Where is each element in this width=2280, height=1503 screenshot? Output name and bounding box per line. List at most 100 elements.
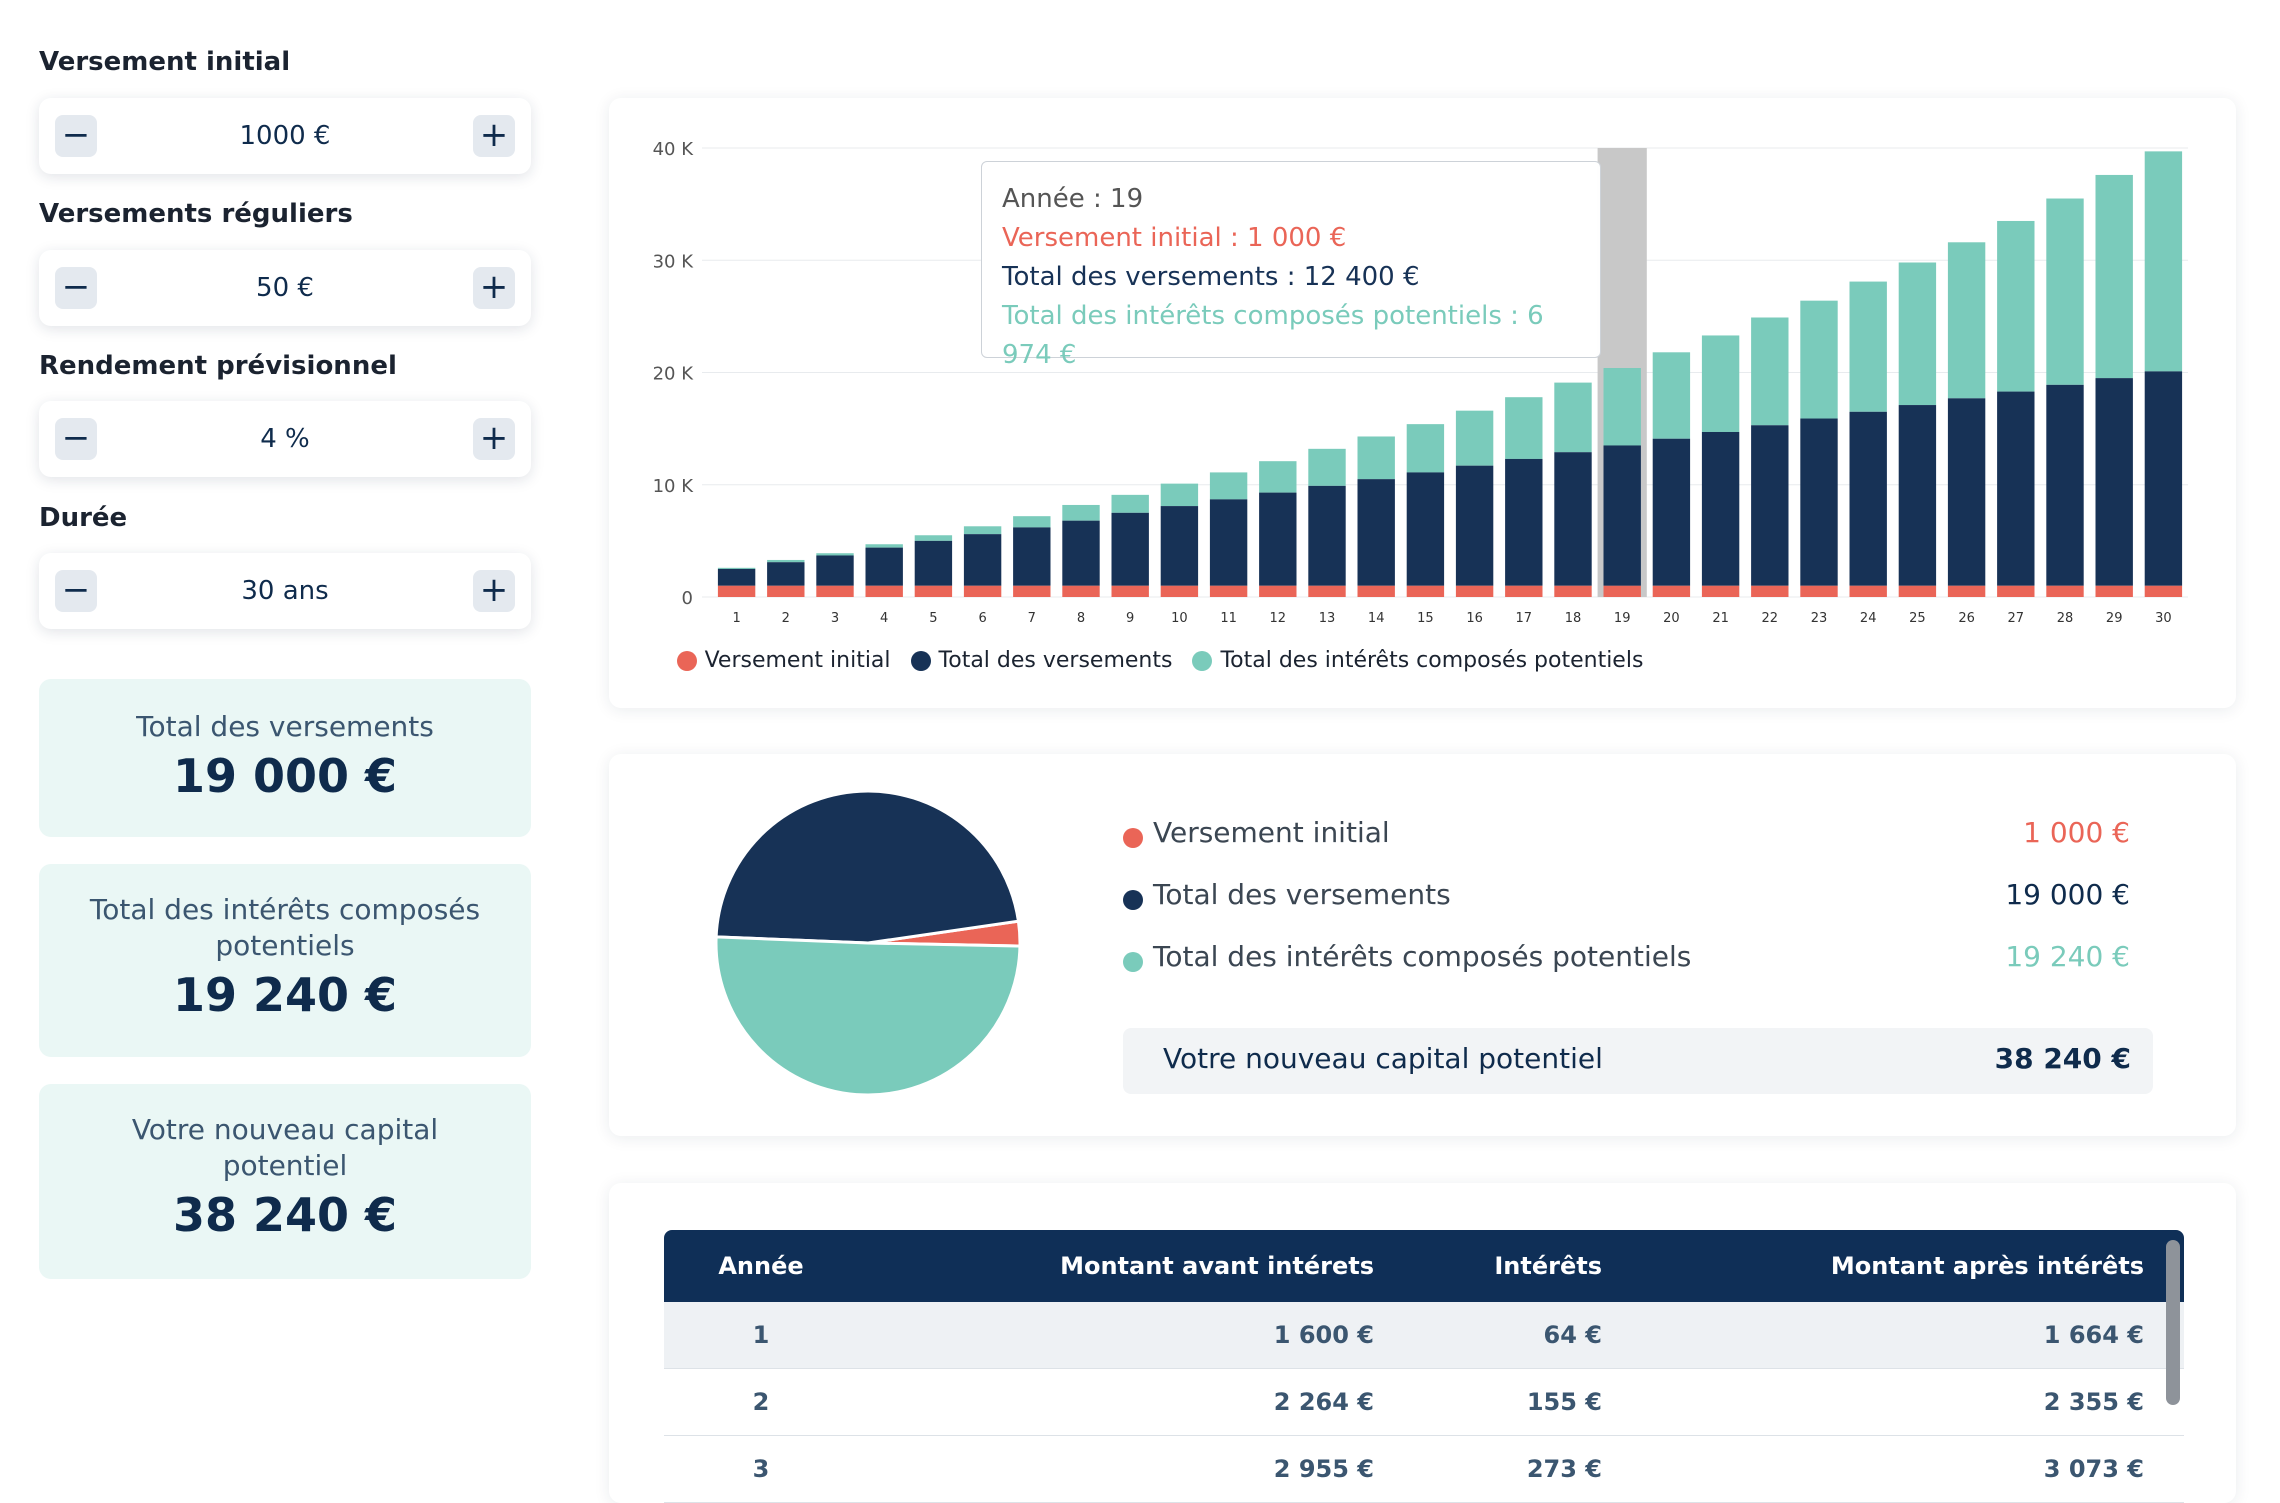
bar-initial	[2144, 585, 2183, 597]
bar-interets	[914, 535, 953, 541]
bar-interets	[1849, 281, 1887, 412]
bar-interets	[1652, 352, 1691, 439]
pie-legend-label: Total des versements	[1153, 878, 1451, 911]
tooltip-initial: Versement initial : 1 000 €	[1002, 223, 1347, 253]
summary-value: 19 240 €	[172, 968, 398, 1022]
capital-value: 38 240 €	[1994, 1042, 2131, 1075]
bar-initial	[1455, 585, 1494, 597]
pie-chart[interactable]	[708, 783, 1028, 1103]
header-montant-avant[interactable]: Montant avant intérets	[1060, 1230, 1374, 1302]
bar-interets	[816, 553, 854, 556]
bar-initial	[1800, 585, 1838, 597]
bar-versements	[1259, 492, 1297, 586]
summary-label: Total des intérêts composés potentiels	[89, 893, 481, 962]
pie-legend-label: Versement initial	[1153, 816, 1390, 849]
bar-versements	[816, 555, 854, 586]
bar-versements	[1997, 391, 2035, 586]
bar-interets	[1357, 436, 1395, 480]
bar-initial	[963, 585, 1002, 597]
x-tick-label: 19	[1614, 611, 1631, 626]
bar-initial	[1160, 585, 1199, 597]
bar-initial	[1701, 585, 1740, 597]
bar-initial	[1505, 585, 1543, 597]
bar-initial	[1406, 585, 1445, 597]
bar-initial	[2095, 585, 2133, 597]
x-tick-label: 24	[1860, 611, 1877, 626]
pie-slice-versements[interactable]	[714, 789, 1021, 945]
table-header: Année Montant avant intérets Intérêts Mo…	[664, 1230, 2184, 1302]
legend-item-versements[interactable]: Total des versements	[910, 648, 1172, 673]
x-tick-label: 26	[1958, 611, 1975, 626]
bar-versements	[1800, 418, 1838, 586]
bar-interets	[1111, 494, 1149, 513]
y-tick-label: 10 K	[653, 476, 695, 497]
bar-versements	[914, 540, 953, 586]
bar-versements	[1406, 472, 1445, 586]
x-tick-label: 7	[1028, 611, 1036, 626]
bar-interets	[1160, 483, 1199, 507]
cell-annee: 3	[752, 1455, 770, 1483]
bar-versements	[1849, 411, 1887, 586]
x-tick-label: 15	[1417, 611, 1434, 626]
table-row: 2 2 264 € 155 € 2 355 €	[664, 1369, 2184, 1436]
legend-item-initial[interactable]: Versement initial	[676, 648, 891, 673]
bar-versements	[2046, 384, 2084, 586]
page-bottom-fade	[0, 1475, 2280, 1476]
bar-interets	[1455, 410, 1494, 466]
table-row: 3 2 955 € 273 € 3 073 €	[664, 1436, 2184, 1503]
legend-dot-icon	[1192, 650, 1213, 671]
bar-versements	[1111, 512, 1149, 586]
x-tick-label: 29	[2106, 611, 2123, 626]
bar-interets	[1062, 504, 1100, 521]
x-tick-label: 25	[1909, 611, 1926, 626]
bar-versements	[1308, 485, 1346, 586]
legend-dot-icon	[676, 650, 697, 671]
y-tick-label: 0	[682, 588, 693, 609]
table-row: 1 1 600 € 64 € 1 664 €	[664, 1302, 2184, 1369]
cell-montant-apres: 3 073 €	[2043, 1455, 2144, 1483]
bar-versements	[2144, 371, 2183, 586]
legend-item-interets[interactable]: Total des intérêts composés potentiels	[1192, 648, 1643, 673]
cell-montant-avant: 1 600 €	[1273, 1321, 1374, 1349]
table-scrollbar[interactable]	[2166, 1240, 2180, 1405]
bar-versements	[1947, 398, 1986, 586]
header-montant-apres[interactable]: Montant après intérêts	[1831, 1230, 2144, 1302]
bar-interets	[1308, 448, 1346, 486]
bar-initial	[2046, 585, 2084, 597]
bar-interets	[1554, 382, 1592, 453]
chart-tooltip: Année : 19 Versement initial : 1 000 € T…	[981, 161, 1601, 370]
pie-legend-initial: Versement initial 1 000 €	[1123, 816, 2130, 856]
x-tick-label: 9	[1126, 611, 1134, 626]
header-interets[interactable]: Intérêts	[1494, 1230, 1602, 1302]
bar-initial	[1013, 585, 1051, 597]
bar-initial	[1554, 585, 1592, 597]
bar-versements	[963, 534, 1002, 586]
bar-initial	[717, 585, 756, 597]
bar-interets	[1997, 220, 2035, 392]
legend-label: Total des intérêts composés potentiels	[1220, 648, 1644, 673]
x-tick-label: 17	[1516, 611, 1533, 626]
bar-versements	[1554, 452, 1592, 586]
cell-montant-avant: 2 955 €	[1273, 1455, 1374, 1483]
bar-versements	[1160, 506, 1199, 586]
pie-slice-interets[interactable]	[714, 935, 1022, 1097]
bar-versements	[1505, 458, 1543, 586]
legend-dot-icon	[910, 650, 931, 671]
bar-interets	[767, 559, 805, 563]
tooltip-year: Année : 19	[1002, 184, 1144, 214]
bar-versements	[1013, 527, 1051, 586]
x-tick-label: 27	[2008, 611, 2025, 626]
bar-interets	[717, 567, 756, 569]
bar-initial	[1603, 585, 1641, 597]
bar-initial	[1308, 585, 1346, 597]
bar-interets	[1259, 461, 1297, 493]
interest-table: Année Montant avant intérets Intérêts Mo…	[664, 1230, 2184, 1503]
summary-card-capital: Votre nouveau capital potentiel 38 240 €	[39, 1084, 531, 1279]
cell-interets: 64 €	[1543, 1321, 1602, 1349]
bar-interets	[1800, 300, 1838, 419]
x-tick-label: 16	[1466, 611, 1483, 626]
bar-interets	[1898, 262, 1937, 406]
bar-initial	[1259, 585, 1297, 597]
tooltip-interets: Total des intérêts composés potentiels :…	[1002, 301, 1544, 370]
header-annee[interactable]: Année	[664, 1230, 858, 1302]
